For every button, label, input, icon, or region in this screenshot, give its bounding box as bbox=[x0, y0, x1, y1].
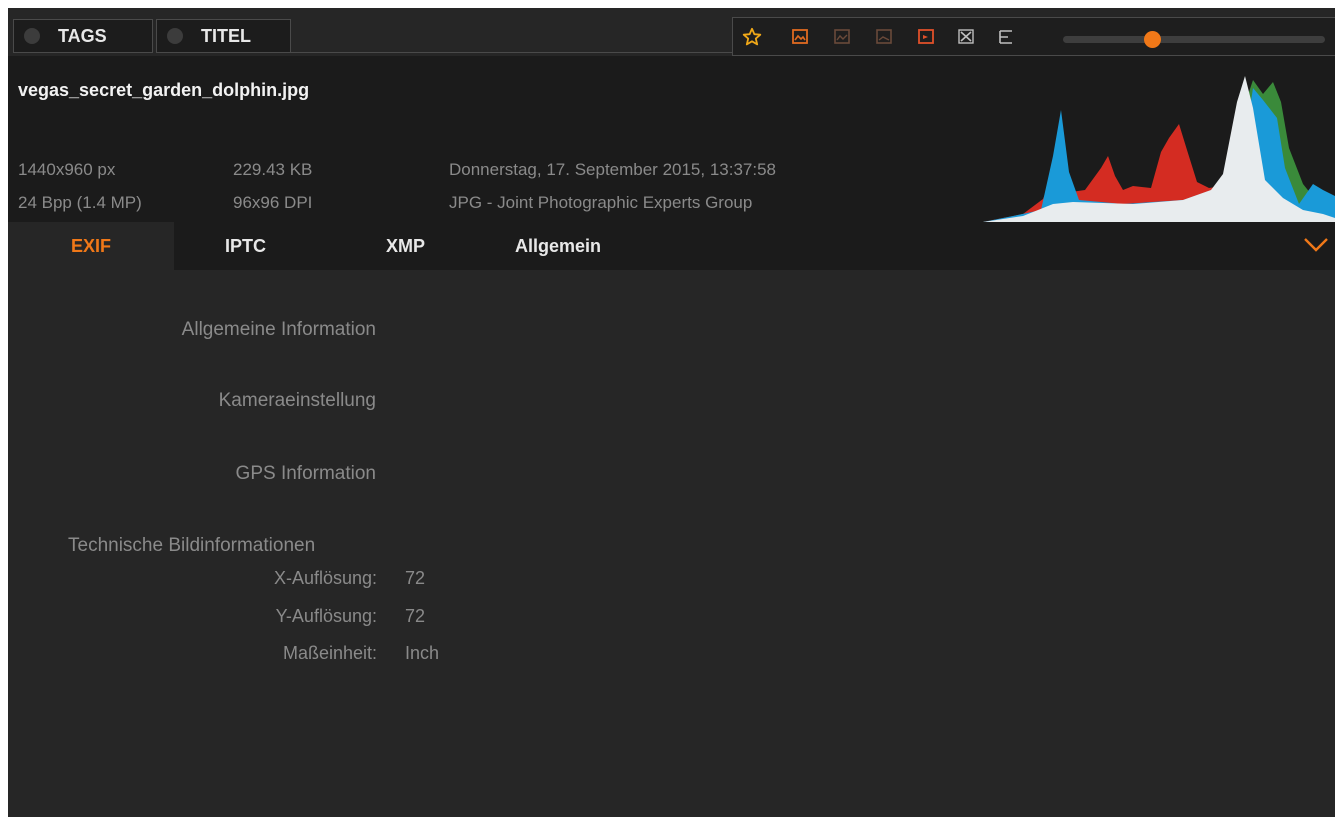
chevron-down-icon[interactable] bbox=[1303, 236, 1329, 254]
toggle-dot-icon[interactable] bbox=[167, 28, 183, 44]
metadata-panel: TAGS TITEL vegas_secret_garden_dolphin.j… bbox=[8, 8, 1335, 817]
image-edit-icon[interactable] bbox=[789, 26, 811, 48]
tags-tab-label: TAGS bbox=[58, 25, 107, 46]
y-resolution-value: 72 bbox=[405, 606, 426, 626]
titel-tab-label: TITEL bbox=[201, 25, 251, 46]
exif-content: Allgemeine Information Kameraeinstellung… bbox=[8, 270, 1335, 817]
x-resolution-label: X-Auflösung: bbox=[273, 568, 377, 588]
file-name: vegas_secret_garden_dolphin.jpg bbox=[18, 80, 310, 100]
tab-iptc[interactable]: IPTC bbox=[225, 222, 266, 270]
image-edit-dim-icon[interactable] bbox=[831, 26, 853, 48]
zoom-slider[interactable] bbox=[1063, 31, 1325, 48]
image-compare-icon[interactable] bbox=[915, 26, 937, 48]
histogram bbox=[983, 76, 1335, 222]
file-date: Donnerstag, 17. September 2015, 13:37:58 bbox=[449, 160, 777, 179]
top-bar: TAGS TITEL bbox=[8, 8, 1335, 64]
image-dimensions: 1440x960 px bbox=[18, 160, 116, 179]
unit-value: Inch bbox=[405, 643, 440, 663]
tab-xmp[interactable]: XMP bbox=[386, 222, 425, 270]
titel-tab[interactable]: TITEL bbox=[156, 19, 291, 53]
y-resolution-label: Y-Auflösung: bbox=[275, 606, 377, 626]
section-general-information[interactable]: Allgemeine Information bbox=[182, 319, 376, 341]
file-size: 229.43 KB bbox=[233, 160, 313, 179]
tab-allgemein[interactable]: Allgemein bbox=[515, 222, 601, 270]
toolbar bbox=[732, 17, 1335, 56]
section-camera-settings[interactable]: Kameraeinstellung bbox=[219, 390, 376, 412]
star-icon[interactable] bbox=[741, 26, 763, 48]
toggle-dot-icon[interactable] bbox=[24, 28, 40, 44]
section-technical-image-info[interactable]: Technische Bildinformationen bbox=[68, 535, 315, 557]
unit-label: Maßeinheit: bbox=[282, 643, 377, 663]
image-edit-dim2-icon[interactable] bbox=[873, 26, 895, 48]
tab-exif[interactable]: EXIF bbox=[8, 222, 174, 270]
title-field-underline bbox=[291, 52, 735, 53]
close-x-icon[interactable] bbox=[955, 26, 977, 48]
file-info-header: vegas_secret_garden_dolphin.jpg 1440x960… bbox=[8, 56, 1335, 222]
slider-thumb[interactable] bbox=[1143, 31, 1161, 48]
section-gps-information[interactable]: GPS Information bbox=[236, 463, 376, 485]
tags-tab[interactable]: TAGS bbox=[13, 19, 153, 53]
flow-icon[interactable] bbox=[995, 26, 1017, 48]
bits-per-pixel: 24 Bpp (1.4 MP) bbox=[18, 193, 142, 212]
file-format: JPG - Joint Photographic Experts Group bbox=[449, 193, 753, 212]
dpi: 96x96 DPI bbox=[233, 193, 313, 212]
x-resolution-value: 72 bbox=[405, 568, 426, 588]
metadata-tab-bar: EXIF IPTC XMP Allgemein bbox=[8, 222, 1335, 270]
